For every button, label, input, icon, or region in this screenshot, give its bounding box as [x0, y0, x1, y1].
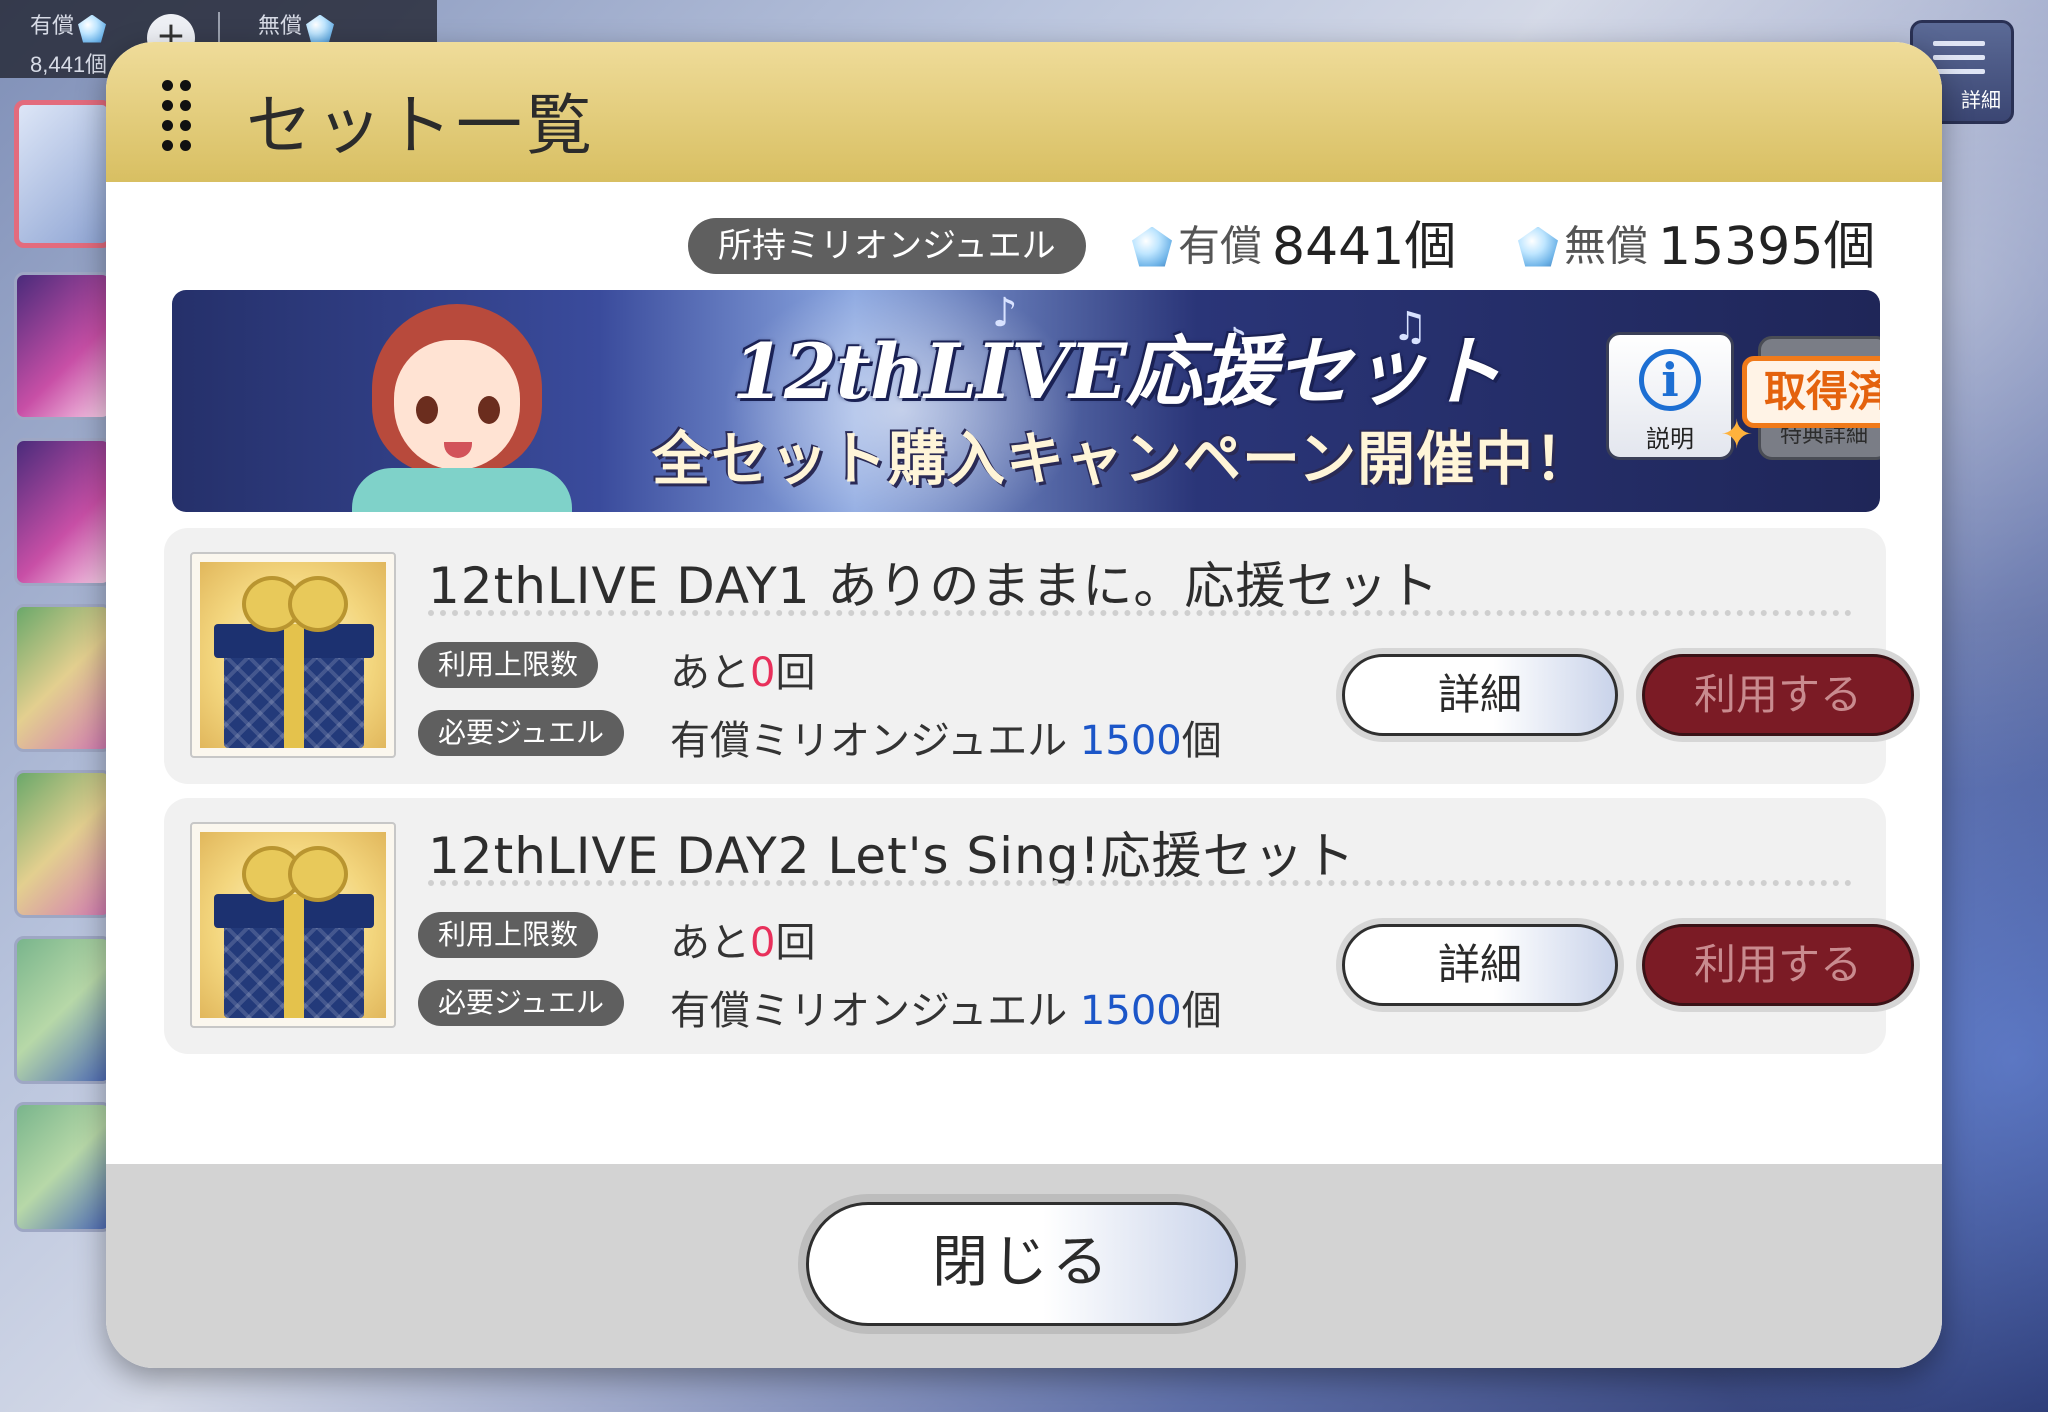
detail-button[interactable]: 詳細: [1342, 924, 1618, 1006]
jewel-cost: 1500: [1079, 718, 1182, 764]
required-jewel-label: 必要ジュエル: [418, 980, 625, 1026]
owned-jewel-label: 所持ミリオンジュエル: [688, 218, 1086, 274]
set-name: 12thLIVE DAY2 Let's Sing!応援セット: [428, 827, 1356, 885]
usage-limit-label: 利用上限数: [418, 912, 599, 958]
set-name: 12thLIVE DAY1 ありのままに。応援セット: [428, 557, 1440, 615]
dialog-header: セット一覧: [106, 42, 1942, 182]
set-item: 12thLIVE DAY1 ありのままに。応援セット 利用上限数 あと0回 必要…: [164, 528, 1914, 784]
remaining-count: 0: [750, 920, 776, 966]
jewel-icon: [306, 14, 335, 43]
paid-balance-label: 有償: [1178, 221, 1263, 271]
acquired-badge: 取得済: [1742, 356, 1880, 428]
info-label: 説明: [1646, 425, 1694, 453]
use-button[interactable]: 利用する: [1642, 654, 1914, 736]
banner-title: 12thLIVE応援セット: [732, 327, 1502, 416]
dialog-title: セット一覧: [246, 87, 596, 164]
use-button[interactable]: 利用する: [1642, 924, 1914, 1006]
required-jewel-label: 必要ジュエル: [418, 710, 625, 756]
free-balance-value: 15395個: [1658, 216, 1876, 277]
jewel-icon: [1132, 226, 1172, 267]
campaign-banner[interactable]: ♪ ♫ ♪ 12thLIVE応援セット 全セット購入キャンペーン開催中！ i 説…: [172, 290, 1880, 512]
gift-box-icon: [190, 552, 396, 758]
paid-balance-value: 8441個: [1272, 216, 1457, 277]
close-button[interactable]: 閉じる: [806, 1202, 1238, 1326]
list-detail-label: 詳細: [1961, 88, 2001, 112]
banner-info-button[interactable]: i 説明: [1606, 332, 1734, 460]
side-list-item[interactable]: [14, 936, 112, 1084]
set-list-dialog: セット一覧 所持ミリオンジュエル 有償 8441個 無償 15395個 ♪ ♫ ♪ …: [106, 42, 1942, 1368]
free-jewel-label: 無償: [258, 14, 303, 39]
character-illustration: [332, 300, 612, 512]
gift-box-icon: [190, 822, 396, 1028]
jewel-icon: [78, 14, 107, 43]
side-list-item[interactable]: [14, 438, 112, 586]
remaining-uses: あと0回: [670, 920, 816, 966]
jewel-icon: [1518, 226, 1558, 267]
banner-subtitle: 全セット購入キャンペーン開催中！: [652, 425, 1594, 493]
dotted-divider: [428, 610, 1852, 616]
free-balance-label: 無償: [1564, 221, 1649, 271]
side-list-item[interactable]: [14, 100, 112, 248]
remaining-count: 0: [750, 650, 776, 696]
info-icon: i: [1639, 349, 1701, 411]
side-list-item[interactable]: [14, 770, 112, 918]
paid-jewel-label: 有償: [30, 14, 75, 39]
usage-limit-label: 利用上限数: [418, 642, 599, 688]
detail-button[interactable]: 詳細: [1342, 654, 1618, 736]
required-jewel-amount: 有償ミリオンジュエル 1500個: [670, 718, 1222, 764]
side-list-item[interactable]: [14, 1102, 112, 1232]
sparkle-icon: ✦: [1720, 412, 1754, 458]
required-jewel-amount: 有償ミリオンジュエル 1500個: [670, 988, 1222, 1034]
free-jewel-status: 無償: [258, 8, 335, 43]
set-item: 12thLIVE DAY2 Let's Sing!応援セット 利用上限数 あと0…: [164, 798, 1914, 1054]
side-list-item[interactable]: [14, 272, 112, 420]
dotted-divider: [428, 880, 1852, 886]
drag-handle-icon: [162, 80, 192, 154]
free-balance: 無償 15395個: [1518, 216, 1876, 277]
remaining-uses: あと0回: [670, 650, 816, 696]
jewel-cost: 1500: [1079, 988, 1182, 1034]
side-list-item[interactable]: [14, 604, 112, 752]
dialog-footer: 閉じる: [106, 1164, 1942, 1368]
paid-balance: 有償 8441個: [1132, 216, 1457, 277]
paid-jewel-status: 有償 8,441個: [30, 8, 107, 79]
paid-jewel-value: 8,441個: [30, 51, 108, 77]
